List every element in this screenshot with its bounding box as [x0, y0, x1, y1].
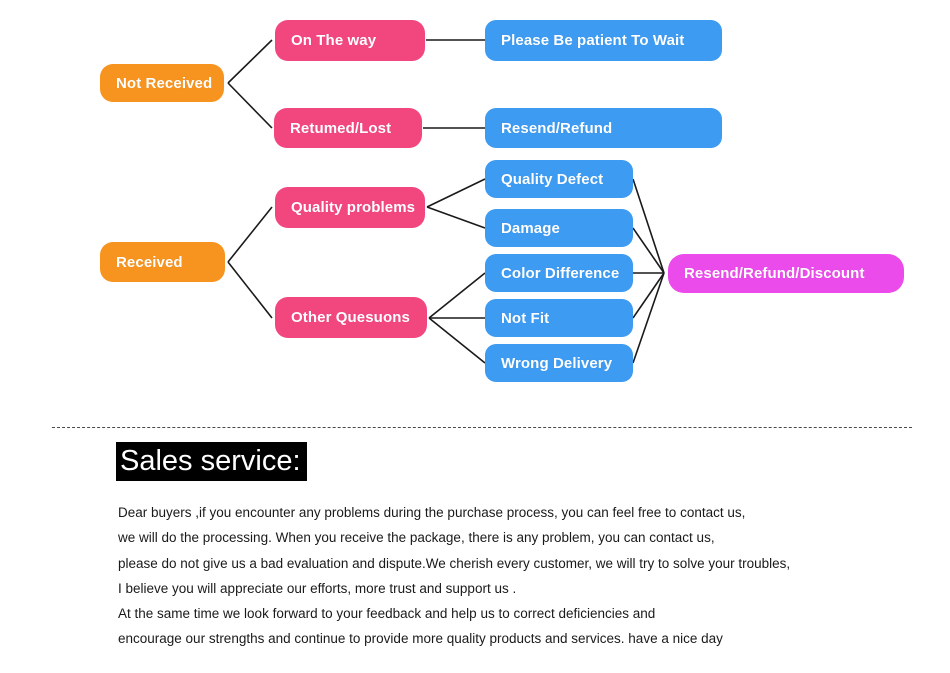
sales-service-line: please do not give us a bad evaluation a… — [118, 555, 791, 571]
connector-quality-defect-to-resend-refund-discount — [632, 178, 665, 274]
flow-node-not-fit: Not Fit — [485, 299, 633, 337]
connector-not-fit-to-resend-refund-discount — [632, 272, 665, 319]
flow-node-label: Color Difference — [501, 264, 620, 282]
flow-node-resend-refund: Resend/Refund — [485, 108, 722, 148]
flow-node-quality-problems: Quality problems — [275, 187, 425, 228]
flow-node-on-the-way: On The way — [275, 20, 425, 61]
sales-service-line: encourage our strengths and continue to … — [118, 631, 723, 647]
flow-node-label: Damage — [501, 219, 560, 237]
connector-quality-problems-to-quality-defect — [426, 178, 486, 208]
flow-node-label: Retumed/Lost — [290, 119, 392, 137]
flow-node-wrong-delivery: Wrong Delivery — [485, 344, 633, 382]
flow-node-label: Not Received — [116, 74, 213, 92]
sales-service-paragraph: Dear buyers ,if you encounter any proble… — [118, 500, 918, 652]
flow-node-received: Received — [100, 242, 225, 282]
sales-service-line: At the same time we look forward to your… — [118, 606, 656, 622]
connector-received-to-quality-problems — [227, 206, 273, 263]
connector-other-questions-to-color-difference — [428, 272, 486, 319]
sales-service-line: Dear buyers ,if you encounter any proble… — [118, 505, 746, 520]
flow-node-label: Resend/Refund/Discount — [684, 265, 865, 282]
flow-node-label: Quality Defect — [501, 170, 604, 188]
flow-node-returned-lost: Retumed/Lost — [274, 108, 422, 148]
flow-node-please-wait: Please Be patient To Wait — [485, 20, 722, 61]
flow-node-label: Not Fit — [501, 309, 550, 327]
flow-node-label: Other Quesuons — [291, 309, 410, 326]
flow-node-color-difference: Color Difference — [485, 254, 633, 292]
flow-node-label: On The way — [291, 32, 377, 49]
flow-node-label: Wrong Delivery — [501, 354, 613, 372]
flow-node-resend-refund-discount: Resend/Refund/Discount — [668, 254, 904, 293]
flow-node-other-questions: Other Quesuons — [275, 297, 427, 338]
flow-node-label: Received — [116, 253, 183, 271]
connector-not-received-to-on-the-way — [227, 39, 273, 84]
section-divider — [52, 427, 912, 428]
sales-service-heading: Sales service: — [116, 442, 307, 481]
sales-service-line: we will do the processing. When you rece… — [118, 530, 715, 546]
flow-node-label: Please Be patient To Wait — [501, 32, 685, 49]
flow-node-label: Quality problems — [291, 199, 416, 216]
connector-other-questions-to-wrong-delivery — [428, 317, 486, 364]
flow-node-quality-defect: Quality Defect — [485, 160, 633, 198]
flow-node-label: Resend/Refund — [501, 119, 613, 137]
flow-node-not-received: Not Received — [100, 64, 224, 102]
connector-wrong-delivery-to-resend-refund-discount — [632, 272, 665, 364]
connector-damage-to-resend-refund-discount — [632, 227, 665, 274]
flowchart-connector-lines — [227, 39, 665, 364]
connector-received-to-other-questions — [227, 261, 273, 319]
sales-service-line: I believe you will appreciate our effort… — [118, 580, 517, 596]
connector-quality-problems-to-damage — [426, 206, 486, 229]
connector-not-received-to-returned-lost — [227, 82, 273, 129]
flow-node-damage: Damage — [485, 209, 633, 247]
flowchart: Not Received On The way Retumed/Lost Please… — [0, 0, 950, 410]
